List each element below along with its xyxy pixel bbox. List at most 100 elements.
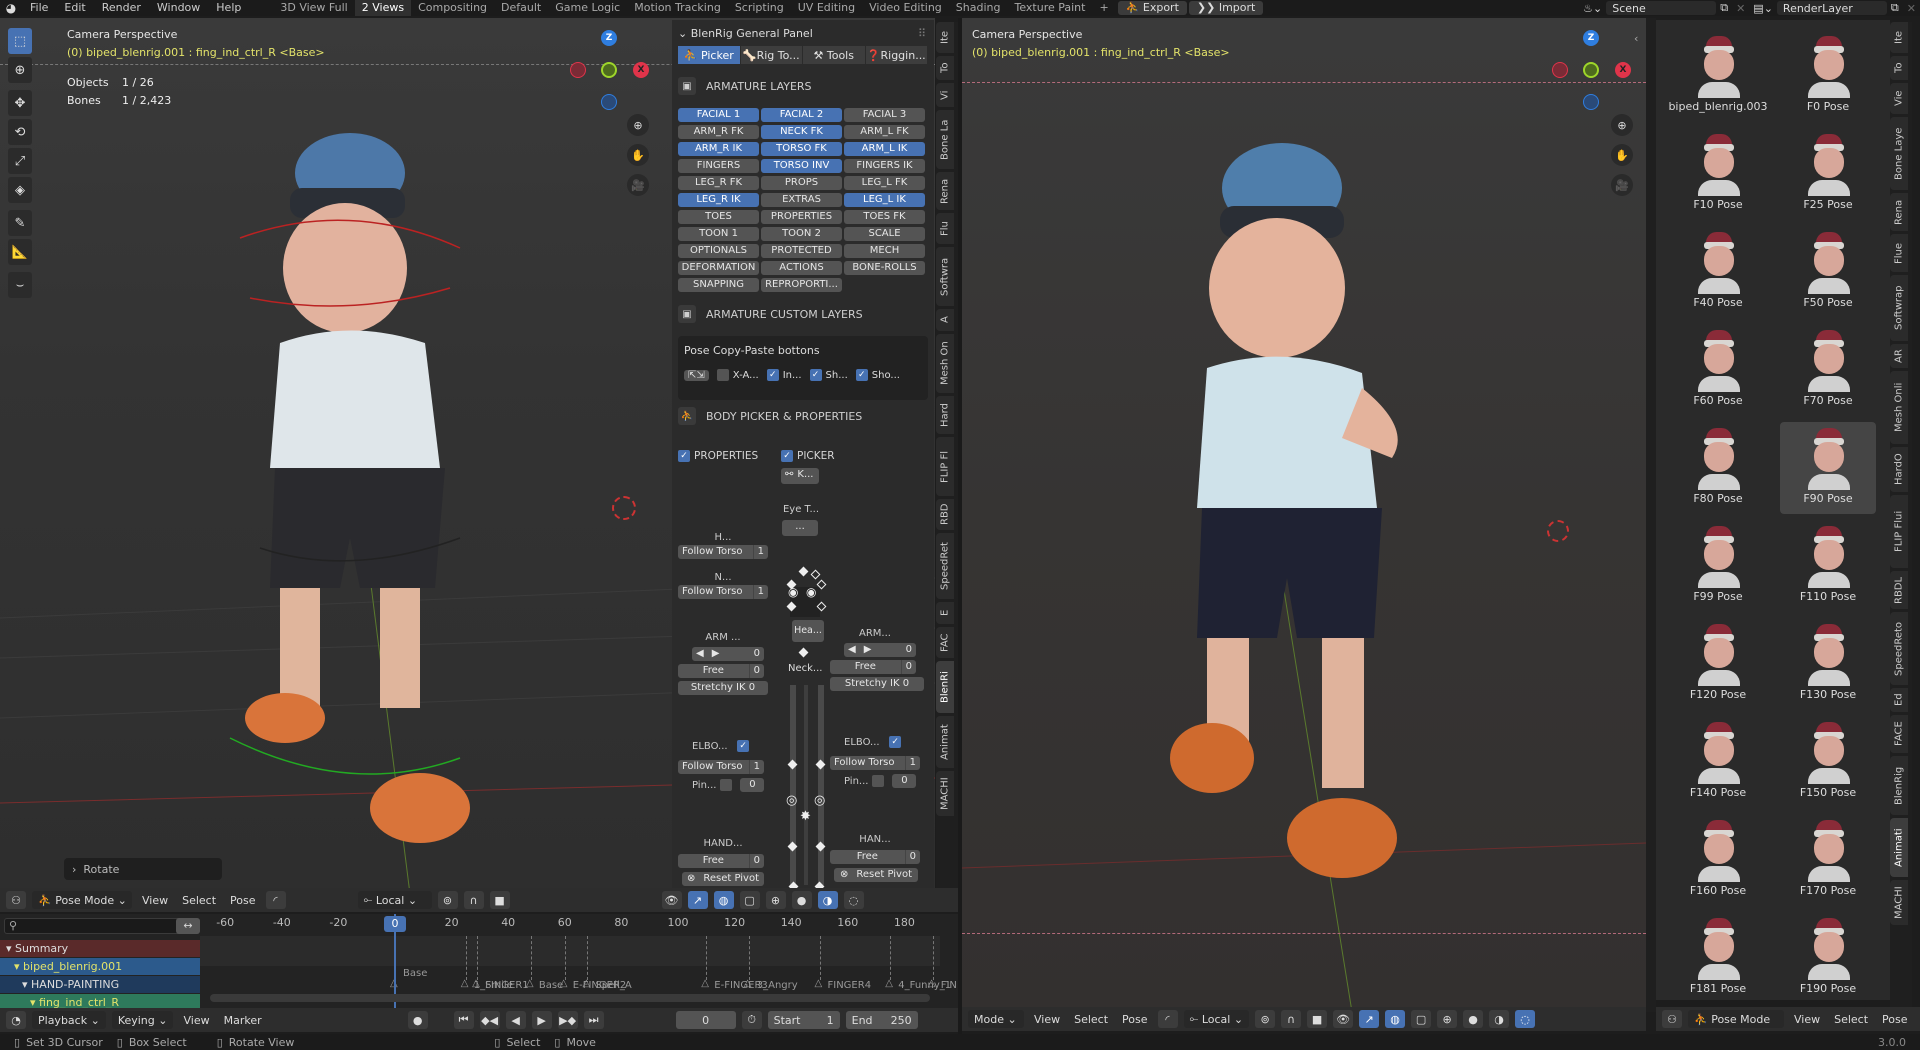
marker-icon[interactable]: △ — [815, 978, 823, 989]
relax-tool-icon[interactable]: ⌣ — [8, 272, 32, 298]
channel-search-input[interactable]: ⚲ — [4, 918, 200, 934]
pose-thumbnail[interactable]: F110 Pose — [1780, 520, 1876, 612]
pose-thumbnail[interactable]: F99 Pose — [1670, 520, 1766, 612]
sidebar-tab[interactable]: Rena — [1890, 193, 1908, 231]
scene-copy-icon[interactable]: ⧉ — [1716, 1, 1732, 15]
copy-paste-option[interactable]: ✓ Sho... — [855, 369, 900, 381]
marker-icon[interactable]: △ — [928, 978, 936, 989]
properties-toggle[interactable]: ✓ PROPERTIES — [678, 450, 758, 462]
picker-bone[interactable] — [798, 647, 809, 658]
layer-toggle-button[interactable]: BONE-ROLLS — [844, 261, 925, 275]
layer-toggle-button[interactable]: LEG_L FK — [844, 176, 925, 190]
sidebar-tab[interactable]: Animati — [1890, 818, 1908, 877]
pose-options-icon[interactable]: ◜ — [1157, 1010, 1178, 1028]
workspace-tab[interactable]: UV Editing — [791, 0, 862, 16]
pose-thumbnail[interactable]: F70 Pose — [1780, 324, 1876, 416]
expand-icon[interactable]: ▾ — [22, 978, 31, 991]
snap-target-icon[interactable]: ■ — [489, 891, 510, 909]
snap-icon[interactable]: ∩ — [463, 891, 484, 909]
workspace-tab[interactable]: Scripting — [728, 0, 791, 16]
jump-end-icon[interactable]: ⏭ — [583, 1011, 604, 1029]
pan-view-icon[interactable]: ✋ — [1611, 144, 1633, 166]
sidebar-tab[interactable]: Flue — [1890, 234, 1908, 272]
head-picker-button[interactable]: Hea... — [792, 620, 824, 642]
gizmo-x-axis[interactable]: X — [633, 62, 649, 78]
elbow-r-follow-torso-field[interactable]: Follow Torso 1 — [678, 760, 764, 774]
pose-thumbnail[interactable]: F150 Pose — [1780, 716, 1876, 808]
play-reverse-icon[interactable]: ◀ — [505, 1011, 526, 1029]
copy-paste-option[interactable]: ✓ Sh... — [809, 369, 848, 381]
layer-toggle-button[interactable]: TORSO FK — [761, 142, 842, 156]
neck-follow-torso-field[interactable]: Follow Torso 1 — [678, 585, 768, 599]
layer-toggle-button[interactable]: FINGERS — [678, 159, 759, 173]
workspace-tab[interactable]: Game Logic — [548, 0, 627, 16]
sidebar-tab[interactable]: Animat — [936, 716, 954, 768]
material-shading-icon[interactable]: ◑ — [1489, 1010, 1510, 1028]
keying-menu[interactable]: Keying ⌄ — [111, 1011, 174, 1029]
zoom-view-icon[interactable]: ⊕ — [627, 114, 649, 136]
tab-picker[interactable]: ⛹ Picker — [678, 46, 741, 64]
layer-toggle-button[interactable]: ARM_L IK — [844, 142, 925, 156]
move-tool-icon[interactable]: ✥ — [8, 90, 32, 116]
checkbox[interactable] — [716, 369, 729, 381]
drag-handle-icon[interactable]: ⠿ — [918, 27, 926, 40]
menu-window[interactable]: Window — [149, 0, 208, 16]
menu-edit[interactable]: Edit — [56, 0, 93, 16]
camera-view-icon[interactable]: 🎥 — [1611, 174, 1633, 196]
workspace-tab[interactable]: Compositing — [411, 0, 494, 16]
layer-toggle-button[interactable]: ARM_L FK — [844, 125, 925, 139]
checkbox[interactable]: ✓ — [809, 369, 822, 381]
end-frame-field[interactable]: End 250 — [845, 1011, 918, 1029]
prev-keyframe-icon[interactable]: ◆◀ — [479, 1011, 500, 1029]
sidebar-tab[interactable]: RBD — [936, 499, 954, 530]
pose-thumbnail[interactable]: F80 Pose — [1670, 422, 1766, 514]
gizmo-neg-x[interactable] — [1552, 62, 1568, 78]
tab-rig-tools[interactable]: 🦴 Rig To... — [740, 46, 803, 64]
gizmo-y-axis[interactable] — [1583, 62, 1599, 78]
pose-thumbnail[interactable]: F90 Pose — [1780, 422, 1876, 514]
render-layer-copy-icon[interactable]: ⧉ — [1887, 1, 1903, 15]
expand-icon[interactable]: ▾ — [14, 960, 23, 973]
channel-row[interactable]: ▾ Summary — [0, 940, 200, 957]
add-workspace-button[interactable]: + — [1092, 0, 1115, 16]
pose-thumbnail[interactable]: F130 Pose — [1780, 618, 1876, 710]
layer-toggle-button[interactable]: DEFORMATION — [678, 261, 759, 275]
pose-thumbnail[interactable]: F0 Pose — [1780, 30, 1876, 122]
channel-row[interactable]: ▾ biped_blenrig.001 — [0, 958, 200, 975]
marker-icon[interactable]: △ — [744, 978, 752, 989]
wireframe-shading-icon[interactable]: ⊕ — [765, 891, 786, 909]
visibility-icon[interactable]: 👁 — [1333, 1010, 1354, 1028]
arm-l-free-field[interactable]: Free 0 — [830, 660, 916, 674]
last-operator-panel[interactable]: › Rotate — [64, 858, 222, 880]
checkbox[interactable]: ✓ — [855, 369, 868, 381]
layer-toggle-button[interactable]: ACTIONS — [761, 261, 842, 275]
layer-toggle-button[interactable]: OPTIONALS — [678, 244, 759, 258]
rendered-shading-icon[interactable]: ◌ — [843, 891, 864, 909]
layer-toggle-button[interactable]: TORSO INV — [761, 159, 842, 173]
wireframe-shading-icon[interactable]: ⊕ — [1437, 1010, 1458, 1028]
marker-icon[interactable]: △ — [472, 978, 480, 989]
annotate-tool-icon[interactable]: ✎ — [8, 210, 32, 236]
gizmo-neg-z[interactable] — [601, 94, 617, 110]
pose-thumbnail[interactable]: F60 Pose — [1670, 324, 1766, 416]
gizmo-x-axis[interactable]: X — [1615, 62, 1631, 78]
pose-thumbnail[interactable]: F10 Pose — [1670, 128, 1766, 220]
frame-ruler[interactable]: -60 -40 -20 20 40 60 80 100 120 140 160 180 — [200, 914, 940, 934]
solid-shading-icon[interactable]: ● — [1463, 1010, 1484, 1028]
scene-close-icon[interactable]: ✕ — [1732, 2, 1749, 15]
menu-view[interactable]: View — [1790, 1013, 1824, 1026]
sidebar-tab[interactable]: HardO — [1890, 447, 1908, 492]
layer-toggle-button[interactable]: LEG_L IK — [844, 193, 925, 207]
import-button[interactable]: ❯❯ Import — [1188, 1, 1264, 15]
marker-icon[interactable]: △ — [701, 978, 709, 989]
menu-pose[interactable]: Pose — [1878, 1013, 1911, 1026]
pose-thumbnail[interactable]: biped_blenrig.003 — [1668, 30, 1768, 122]
layer-toggle-button[interactable]: MECH — [844, 244, 925, 258]
right-3d-viewport[interactable]: Camera Perspective (0) biped_blenrig.001… — [962, 18, 1646, 1012]
sidebar-tab[interactable]: Softwra — [936, 247, 954, 306]
sidebar-tab[interactable]: A — [936, 309, 954, 331]
torso-pivot-icon[interactable]: ✸ — [800, 809, 811, 824]
sidebar-tab[interactable]: Vi — [936, 83, 954, 107]
layer-toggle-button[interactable]: LEG_R IK — [678, 193, 759, 207]
render-layer-icon[interactable]: ▤⌄ — [1749, 2, 1777, 15]
